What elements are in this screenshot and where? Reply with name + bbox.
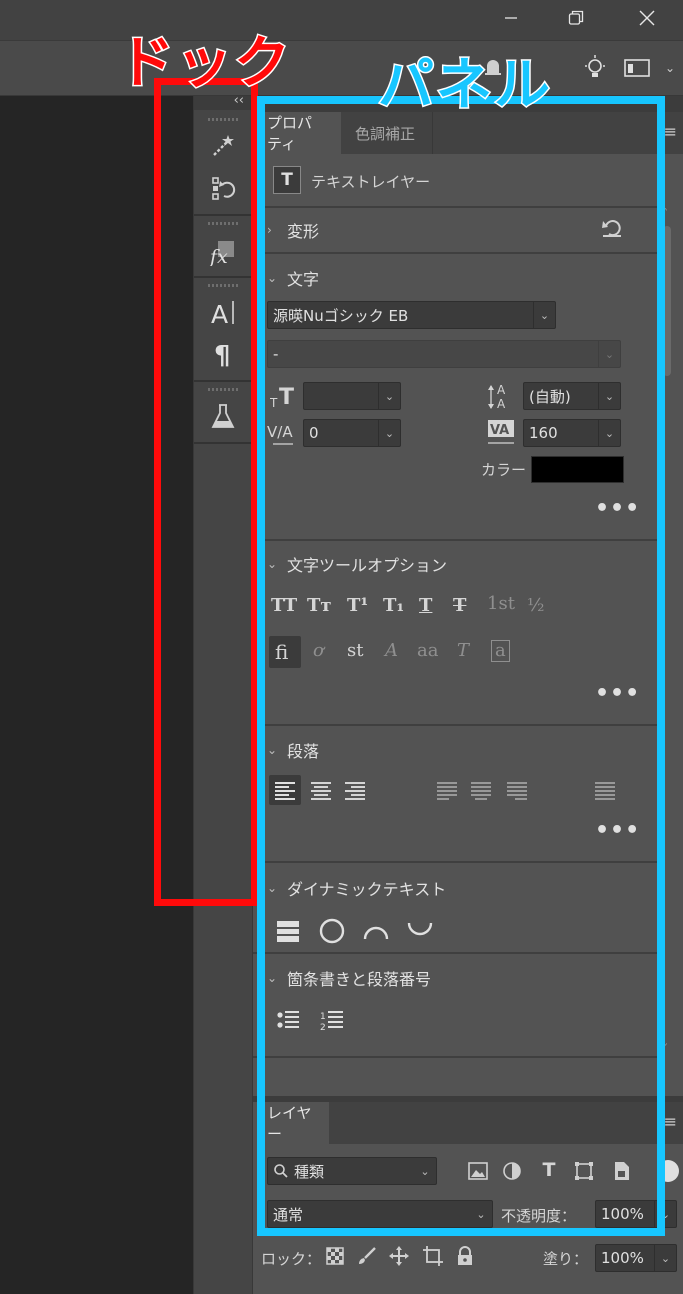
lock-all-icon[interactable] [453, 1244, 477, 1268]
panel-menu-icon[interactable]: ≡ [664, 1112, 677, 1131]
dock-annotation-label: ドック [117, 30, 292, 98]
title-bar [0, 0, 683, 40]
panel-menu-icon[interactable]: ≡ [664, 122, 677, 141]
chevron-down-icon: ⌄ [654, 1245, 676, 1271]
lock-transparent-icon[interactable] [323, 1244, 347, 1268]
options-bar: ⌄ [0, 40, 683, 96]
fill-label: 塗り： [543, 1250, 589, 1268]
close-icon[interactable] [616, 0, 678, 36]
lock-pixels-icon[interactable] [355, 1244, 379, 1268]
panel-highlight-box [257, 96, 665, 1236]
dock-highlight-box [154, 78, 258, 906]
lock-position-icon[interactable] [387, 1244, 411, 1268]
lightbulb-icon[interactable] [580, 53, 610, 83]
fill-field[interactable]: 100% ⌄ [595, 1244, 677, 1272]
lock-label: ロック： [261, 1250, 322, 1268]
restore-icon[interactable] [545, 0, 607, 36]
minimize-icon[interactable] [480, 0, 542, 36]
panel-annotation-label: パネル [377, 52, 552, 120]
fill-value: 100% [601, 1249, 644, 1267]
chevron-down-icon[interactable]: ⌄ [660, 55, 680, 81]
lock-artboard-icon[interactable] [421, 1244, 445, 1268]
workspace-icon[interactable] [622, 53, 652, 83]
